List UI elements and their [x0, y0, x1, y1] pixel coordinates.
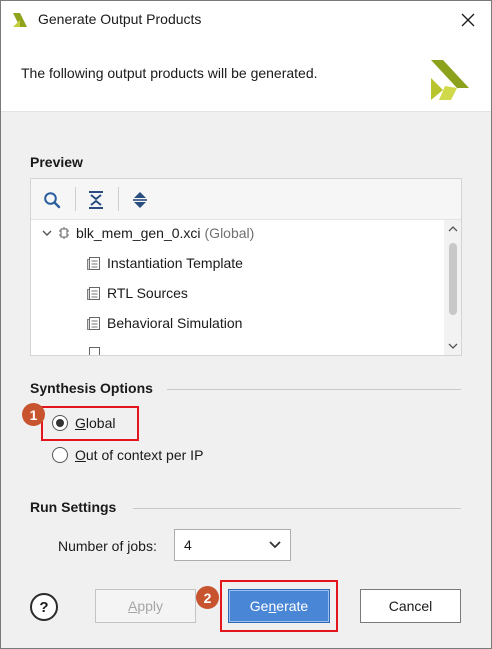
preview-scrollbar[interactable]: [444, 220, 461, 355]
scrollbar-thumb[interactable]: [449, 243, 457, 315]
dialog-window: Generate Output Products The following o…: [0, 0, 492, 649]
synthesis-options-label: Synthesis Options: [30, 380, 153, 396]
highlight-box-global: [41, 406, 139, 441]
expand-all-button[interactable]: [127, 187, 153, 213]
radio-out-of-context[interactable]: Out of context per IP: [52, 447, 203, 463]
tree-item[interactable]: RTL Sources: [87, 280, 188, 306]
tree-item[interactable]: Instantiation Template: [87, 250, 243, 276]
jobs-select[interactable]: 4: [174, 529, 291, 561]
step-badge-1: 1: [22, 403, 45, 426]
section-divider: [167, 389, 461, 390]
scroll-up-button[interactable]: [444, 222, 461, 236]
cancel-button-label: Cancel: [388, 598, 433, 614]
cancel-button[interactable]: Cancel: [360, 589, 461, 623]
search-button[interactable]: [39, 187, 65, 213]
tree-root-scope: (Global): [204, 225, 255, 241]
jobs-value: 4: [184, 537, 192, 553]
title-bar: Generate Output Products: [1, 1, 491, 39]
help-button[interactable]: ?: [30, 593, 58, 621]
expand-all-icon: [133, 192, 147, 208]
tree-item-partial[interactable]: [87, 340, 107, 355]
step-badge-2: 2: [196, 586, 219, 609]
tree-root-row[interactable]: blk_mem_gen_0.xci (Global): [41, 220, 254, 246]
tree-item-label: Behavioral Simulation: [107, 315, 243, 331]
radio-button[interactable]: [52, 447, 68, 463]
radio-out-of-context-label: Out of context per IP: [75, 447, 204, 463]
close-icon: [461, 13, 475, 27]
close-button[interactable]: [445, 1, 491, 39]
scroll-down-button[interactable]: [444, 339, 461, 353]
document-icon: [89, 346, 100, 355]
toolbar-separator: [75, 187, 76, 211]
window-title: Generate Output Products: [38, 11, 202, 27]
apply-button-label: Apply: [127, 598, 164, 614]
preview-panel: blk_mem_gen_0.xci (Global) Instantiation…: [30, 178, 462, 356]
document-icon: [87, 256, 100, 270]
chevron-down-icon: [269, 541, 281, 549]
jobs-label: Number of jobs:: [58, 538, 157, 554]
toolbar-separator: [118, 187, 119, 211]
apply-button[interactable]: Apply: [95, 589, 196, 623]
run-settings-label: Run Settings: [30, 499, 117, 515]
dialog-header: The following output products will be ge…: [1, 39, 491, 112]
preview-toolbar: [31, 179, 461, 220]
tree-root-name: blk_mem_gen_0.xci: [76, 225, 201, 241]
section-divider: [133, 508, 461, 509]
highlight-box-generate: [220, 580, 338, 632]
collapse-all-button[interactable]: [83, 187, 109, 213]
document-icon: [87, 286, 100, 300]
help-icon: ?: [39, 598, 49, 616]
collapse-all-icon: [89, 191, 103, 209]
chevron-down-icon[interactable]: [41, 228, 53, 238]
preview-label: Preview: [30, 154, 83, 170]
header-message: The following output products will be ge…: [21, 65, 318, 81]
vivado-brand-icon: [431, 60, 469, 100]
tree-item-label: Instantiation Template: [107, 255, 243, 271]
search-icon: [44, 192, 61, 209]
chevron-up-icon: [448, 226, 457, 232]
tree-item[interactable]: Behavioral Simulation: [87, 310, 242, 336]
chevron-down-icon: [448, 343, 457, 349]
vivado-logo-icon: [13, 13, 27, 27]
preview-tree: blk_mem_gen_0.xci (Global) Instantiation…: [31, 220, 444, 355]
document-icon: [87, 316, 100, 330]
dialog-body: Preview blk_mem_gen_0.xci (Global) Insta…: [1, 112, 491, 648]
tree-item-label: RTL Sources: [107, 285, 188, 301]
ip-core-icon: [59, 227, 69, 239]
